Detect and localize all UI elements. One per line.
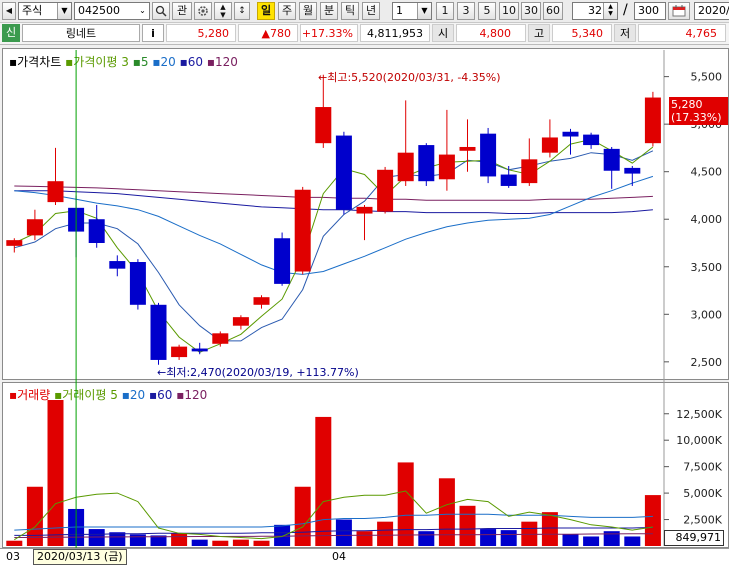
price-tick-label: 3,500 [691, 261, 723, 274]
volume-bar[interactable] [562, 534, 579, 546]
volume-bar[interactable] [232, 539, 249, 546]
volume-bar[interactable] [624, 536, 641, 546]
candle-body[interactable] [274, 238, 291, 284]
volume-bar[interactable] [191, 539, 208, 546]
candle-body[interactable] [624, 167, 641, 174]
candle-body[interactable] [603, 148, 620, 171]
volume-bar[interactable] [88, 529, 105, 546]
x-label-march: 03 [6, 550, 20, 563]
current-price-tag-value: 5,280 [671, 98, 703, 111]
price-tick-label: 5,500 [691, 71, 723, 84]
volume-bar[interactable] [253, 540, 270, 546]
volume-bar[interactable] [541, 512, 558, 546]
candle-body[interactable] [644, 97, 661, 144]
low-annotation: ←최저:2,470(2020/03/19, +113.77%) [157, 366, 359, 379]
candle-body[interactable] [438, 154, 455, 180]
price-tick-label: 3,000 [691, 308, 723, 321]
volume-tick-label: 12,500K [676, 408, 722, 421]
candle-body[interactable] [583, 134, 600, 146]
candle-body[interactable] [335, 135, 352, 210]
high-annotation-text: 최고:5,520(2020/03/31, -4.35%) [327, 71, 501, 84]
volume-bar[interactable] [212, 540, 229, 546]
volume-bar[interactable] [397, 462, 414, 546]
volume-bar[interactable] [521, 521, 538, 546]
candle-body[interactable] [191, 348, 208, 352]
price-tick-label: 4,500 [691, 166, 723, 179]
volume-bar[interactable] [459, 505, 476, 546]
price-tick-label: 2,500 [691, 356, 723, 369]
candle-body[interactable] [253, 297, 270, 305]
volume-bar[interactable] [274, 524, 291, 546]
candle-body[interactable] [500, 174, 517, 186]
volume-bar[interactable] [129, 534, 146, 546]
candle-body[interactable] [459, 146, 476, 151]
candle-body[interactable] [6, 240, 23, 246]
candle-body[interactable] [171, 346, 188, 358]
candle-body[interactable] [47, 181, 64, 203]
candle-body[interactable] [232, 317, 249, 326]
current-volume-tag: 849,971 [664, 530, 724, 546]
volume-bar[interactable] [294, 486, 311, 546]
x-axis: 03 04 2020/03/13 (금) [0, 548, 729, 566]
volume-tick-label: 10,000K [676, 434, 722, 447]
price-ma60-line [14, 190, 653, 214]
candle-body[interactable] [109, 261, 126, 269]
high-annotation: ←최고:5,520(2020/03/31, -4.35%) [318, 71, 501, 84]
x-label-april: 04 [332, 550, 346, 563]
candle-body[interactable] [397, 152, 414, 182]
price-ma3-line [14, 138, 654, 353]
volume-bar[interactable] [377, 521, 394, 546]
price-ma5-line [14, 150, 654, 342]
price-tick-label: 4,000 [691, 213, 723, 226]
candle-body[interactable] [294, 189, 311, 272]
candle-body[interactable] [129, 262, 146, 305]
current-price-tag: 5,280 (17.33%) [669, 97, 728, 125]
current-price-tag-pct: (17.33%) [671, 111, 722, 124]
volume-bar[interactable] [480, 529, 497, 546]
candle-body[interactable] [541, 137, 558, 153]
cursor-date-label: 2020/03/13 (금) [33, 549, 127, 565]
candle-body[interactable] [88, 219, 105, 243]
candle-body[interactable] [212, 333, 229, 344]
volume-bar[interactable] [335, 519, 352, 546]
volume-bar[interactable] [47, 400, 64, 546]
volume-bar[interactable] [356, 531, 373, 546]
volume-bar[interactable] [171, 533, 188, 546]
candle-body[interactable] [418, 145, 435, 182]
volume-tick-label: 2,500K [683, 514, 722, 527]
candle-body[interactable] [26, 219, 43, 236]
candle-body[interactable] [356, 206, 373, 214]
volume-bar[interactable] [6, 540, 23, 546]
volume-bar[interactable] [438, 478, 455, 546]
candle-body[interactable] [377, 169, 394, 212]
volume-tick-label: 7,500K [683, 461, 722, 474]
candle-body[interactable] [521, 159, 538, 184]
candle-body[interactable] [562, 131, 579, 137]
low-annotation-text: 최저:2,470(2020/03/19, +113.77%) [166, 366, 359, 379]
volume-bar[interactable] [315, 416, 332, 546]
volume-tick-label: 5,000K [683, 487, 722, 500]
volume-bar[interactable] [644, 495, 661, 546]
volume-bar[interactable] [418, 531, 435, 546]
candle-body[interactable] [315, 107, 332, 144]
candle-body[interactable] [480, 133, 497, 177]
volume-bar[interactable] [500, 530, 517, 546]
candle-body[interactable] [150, 304, 167, 360]
volume-bar[interactable] [583, 536, 600, 546]
